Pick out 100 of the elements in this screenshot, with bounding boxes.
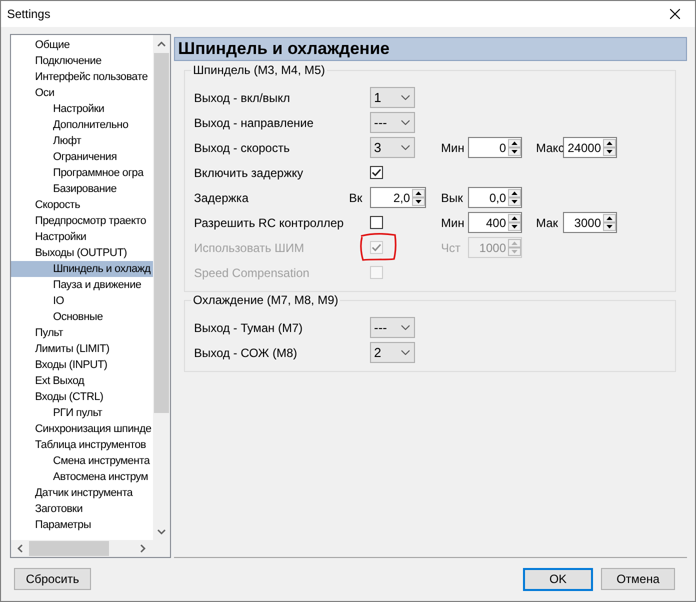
- field-label: Включить задержку: [194, 164, 304, 182]
- spin-value: 1000: [478, 240, 507, 256]
- scroll-left-icon: [17, 544, 23, 553]
- dropdown-value: ---: [374, 114, 387, 132]
- tree-item[interactable]: Оси: [35, 85, 54, 101]
- caret-icon: [401, 145, 410, 150]
- tree-item[interactable]: Заготовки: [35, 501, 83, 517]
- tree-item[interactable]: Ограничения: [53, 149, 117, 165]
- tree-item[interactable]: Основные: [53, 309, 103, 325]
- field-label: Мин: [441, 140, 466, 156]
- field-label: Выход - Туман (M7): [194, 320, 304, 336]
- group-title: Шпиндель (M3, M4, M5): [191, 63, 328, 78]
- spin-field[interactable]: 24000: [563, 137, 617, 158]
- checkbox[interactable]: [370, 216, 383, 229]
- spin-arrows-icon[interactable]: [508, 214, 521, 231]
- tree-item[interactable]: IO: [53, 293, 64, 309]
- tree-item[interactable]: Ext Выход: [35, 373, 84, 389]
- field-label: Выход - направление: [194, 114, 314, 132]
- spin-field[interactable]: 0: [468, 137, 522, 158]
- tree-item[interactable]: Подключение: [35, 53, 102, 69]
- close-icon: [670, 9, 680, 19]
- tree-item[interactable]: Интерфейс пользовате: [35, 69, 148, 85]
- tree-item[interactable]: Синхронизация шпинде: [35, 421, 152, 437]
- scrollbar-thumb[interactable]: [154, 53, 169, 413]
- spin-arrows-icon[interactable]: [412, 189, 425, 206]
- tree-item[interactable]: Входы (INPUT): [35, 357, 108, 373]
- tree-item[interactable]: Выходы (OUTPUT): [35, 245, 127, 261]
- reset-button[interactable]: Сбросить: [14, 568, 91, 590]
- dropdown[interactable]: 3: [370, 137, 415, 158]
- dropdown-value: ---: [374, 318, 387, 337]
- tree-item[interactable]: Люфт: [53, 133, 82, 149]
- dropdown[interactable]: 1: [370, 87, 415, 108]
- tree-item[interactable]: Параметры: [35, 517, 91, 533]
- tree-item[interactable]: Датчик инструмента: [35, 485, 133, 501]
- tree-item[interactable]: Пульт: [35, 325, 63, 341]
- caret-icon: [401, 120, 410, 125]
- vertical-scrollbar[interactable]: [153, 35, 170, 541]
- tree-item[interactable]: Базирование: [53, 181, 117, 197]
- field-label: Макс: [536, 140, 563, 156]
- tree-item[interactable]: Общие: [35, 37, 70, 53]
- field-label: Использовать ШИМ: [194, 240, 306, 256]
- dropdown[interactable]: ---: [370, 317, 415, 338]
- tree-item[interactable]: Смена инструмента: [53, 453, 150, 469]
- spin-value: 2,0: [392, 190, 411, 206]
- field-label: Чст: [441, 240, 462, 256]
- spin-value: 24000: [566, 140, 602, 156]
- tree-item[interactable]: Пауза и движение: [53, 277, 142, 293]
- field-label: Задержка: [194, 190, 250, 206]
- spin-arrows-icon[interactable]: [603, 139, 616, 156]
- tree-item[interactable]: Шпиндель и охлажд: [11, 261, 154, 277]
- window-title: Settings: [7, 6, 50, 23]
- tree-item[interactable]: РГИ пульт: [53, 405, 102, 421]
- horizontal-scrollbar[interactable]: [11, 540, 170, 557]
- field-label: Вк: [349, 190, 364, 206]
- spin-value: 0: [498, 140, 507, 156]
- caret-icon: [401, 325, 410, 330]
- tree-item[interactable]: Автосмена инструм: [53, 469, 148, 485]
- field-label: Вык: [441, 190, 464, 206]
- tree-item[interactable]: Настройки: [53, 101, 104, 117]
- field-label: Speed Compensation: [194, 264, 310, 282]
- field-label: Выход - скорость: [194, 140, 291, 156]
- spin-arrows-icon[interactable]: [508, 189, 521, 206]
- field-label: Мак: [536, 214, 560, 232]
- spin-field[interactable]: 2,0: [370, 187, 426, 208]
- spin-field[interactable]: 400: [468, 212, 522, 233]
- dropdown[interactable]: 2: [370, 342, 415, 363]
- tree-item[interactable]: Предпросмотр траекто: [35, 213, 146, 229]
- panel-title: Шпиндель и охлаждение: [174, 37, 687, 61]
- field-label: Выход - вкл/выкл: [194, 90, 292, 106]
- checkbox[interactable]: [370, 166, 383, 179]
- dropdown-value: 3: [374, 138, 382, 157]
- spin-value: 400: [484, 214, 507, 232]
- group-title: Охлаждение (M7, M8, M9): [191, 293, 340, 308]
- tree-item[interactable]: Лимиты (LIMIT): [35, 341, 110, 357]
- spin-value: 0,0: [488, 190, 507, 206]
- dropdown-value: 1: [374, 88, 382, 107]
- tree-item[interactable]: Входы (CTRL): [35, 389, 104, 405]
- tree-item[interactable]: Таблица инструментов: [35, 437, 146, 453]
- field-label: Разрешить RC контроллер: [194, 214, 345, 232]
- caret-icon: [401, 95, 410, 100]
- caret-icon: [401, 350, 410, 355]
- tree-item[interactable]: Программное огра: [53, 165, 144, 181]
- spin-field[interactable]: 3000: [563, 212, 617, 233]
- spin-value: 3000: [573, 214, 602, 232]
- tree-item[interactable]: Скорость: [35, 197, 80, 213]
- dropdown-value: 2: [374, 344, 382, 362]
- scrollbar-thumb[interactable]: [29, 541, 109, 556]
- scroll-up-icon: [157, 41, 166, 47]
- spin-arrows-icon[interactable]: [603, 214, 616, 231]
- ok-button[interactable]: OK: [523, 568, 593, 590]
- cancel-button[interactable]: Отмена: [601, 568, 675, 590]
- dropdown[interactable]: ---: [370, 112, 415, 133]
- field-label: Выход - СОЖ (M8): [194, 344, 298, 362]
- scroll-right-icon: [140, 544, 146, 553]
- tree-item[interactable]: Дополнительно: [53, 117, 128, 133]
- field-label: Мин: [441, 214, 466, 232]
- spin-arrows-icon[interactable]: [508, 139, 521, 156]
- spin-field[interactable]: 0,0: [468, 187, 522, 208]
- scroll-down-icon: [157, 529, 166, 535]
- tree-item[interactable]: Настройки: [35, 229, 86, 245]
